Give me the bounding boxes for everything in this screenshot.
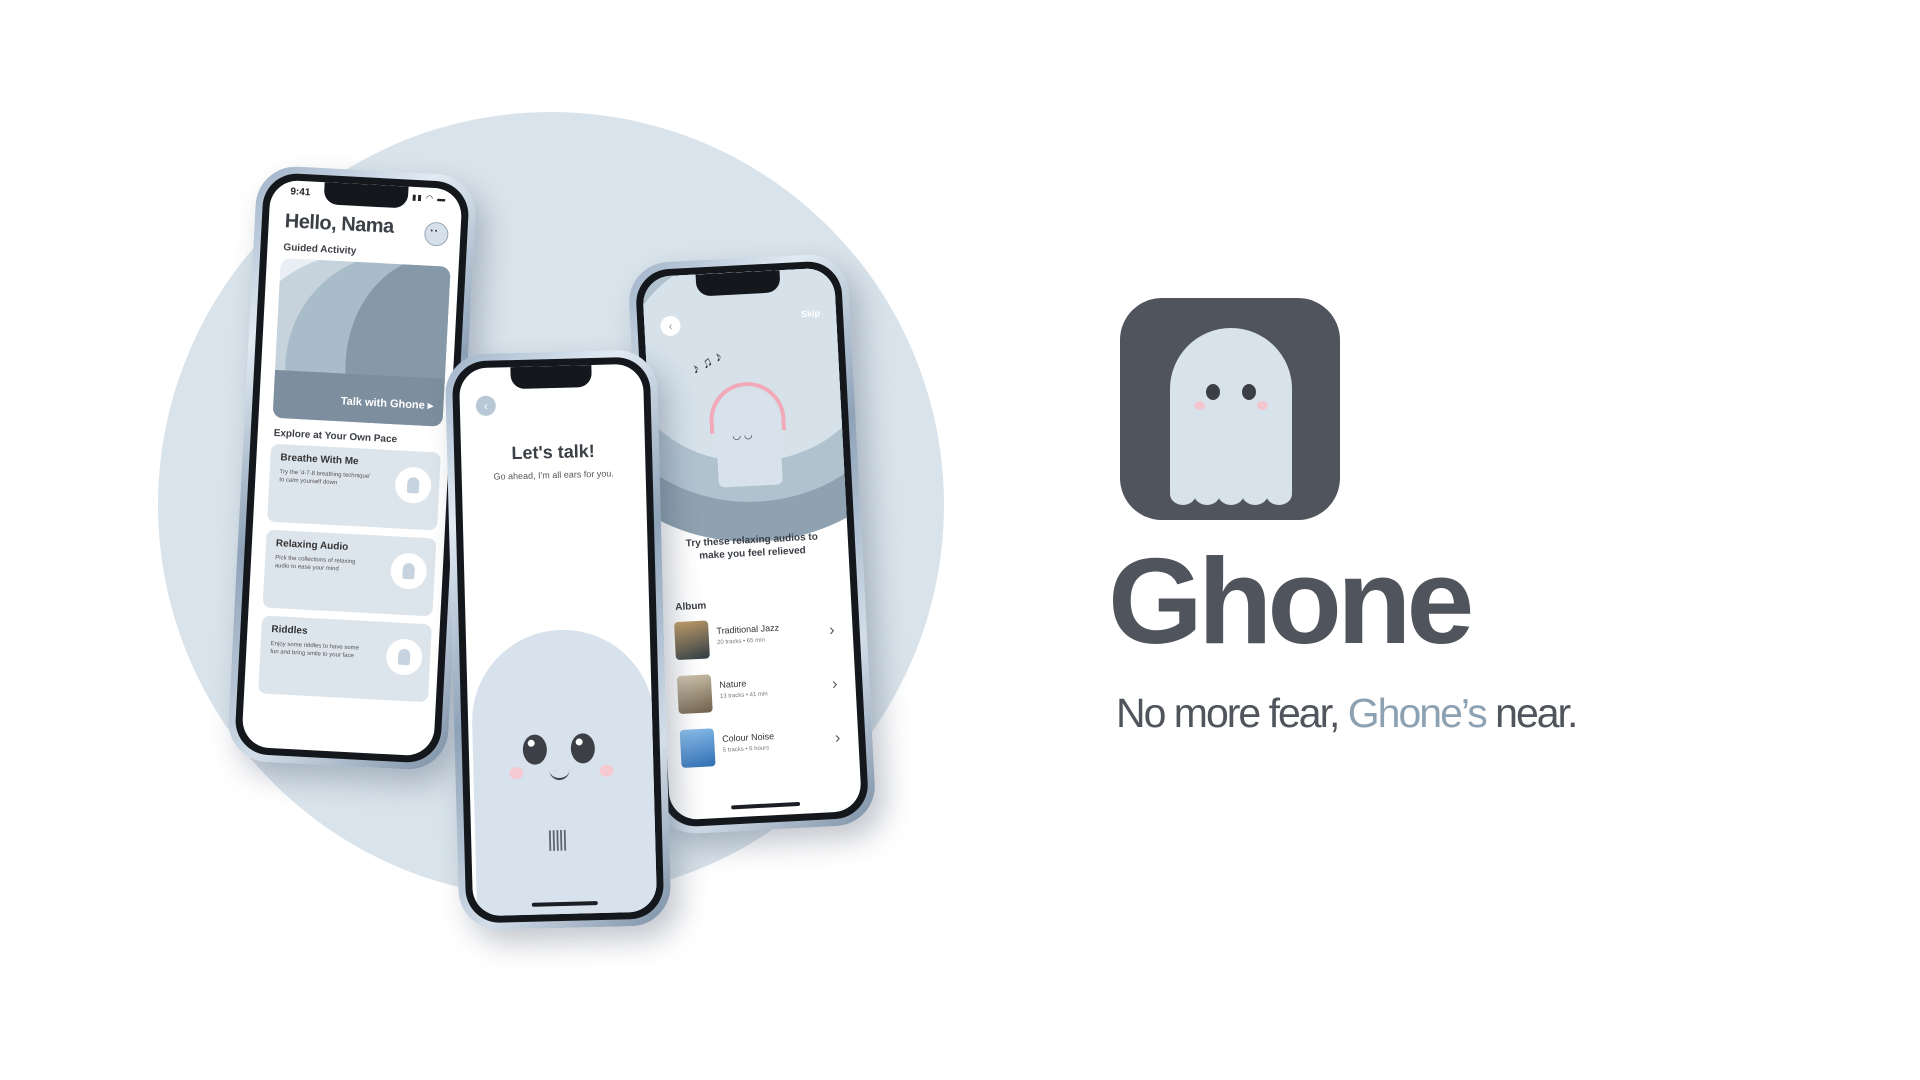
ghost-eye-left	[1206, 384, 1220, 400]
chevron-right-icon: ›	[831, 675, 838, 693]
greeting-title: Hello, Nama	[284, 210, 395, 238]
album-label: Album	[674, 600, 707, 614]
home-screen: 9:41 ▮▮ ◠ ▬ Hello, Nama Guided Activity …	[241, 179, 463, 757]
card-description: Try the '4-7-8 breathing technique' to c…	[279, 469, 371, 487]
status-icons: ▮▮ ◠ ▬	[411, 192, 447, 204]
ghost-scallop	[1170, 483, 1196, 505]
album-row[interactable]: Traditional Jazz 20 tracks • 65 min ›	[673, 614, 840, 665]
ghost-scallop	[1266, 483, 1292, 505]
voice-wave-icon[interactable]: |||||	[547, 826, 566, 852]
ghost-face: |||||	[469, 627, 658, 917]
album-row[interactable]: Colour Noise 5 tracks • 6 hours ›	[679, 721, 846, 772]
album-name: Traditional Jazz	[716, 622, 780, 636]
album-meta: 13 tracks • 41 min	[719, 691, 768, 700]
brand-name: Ghone	[1108, 533, 1474, 669]
chevron-right-icon: ›	[828, 621, 836, 640]
album-thumbnail	[679, 728, 716, 768]
ghost-eye-right	[1242, 384, 1256, 400]
phone-bezel: ‹ Skip ♪ ♫ ♪ ◡ ◡ Try these relaxing audi…	[634, 259, 870, 829]
ghost-thinking-icon	[385, 638, 424, 676]
talk-title: Let's talk!	[511, 440, 595, 464]
ghost-smile	[549, 769, 570, 781]
talk-with-ghone-button[interactable]: Talk with Ghone ▸	[340, 394, 433, 412]
avatar[interactable]	[423, 221, 449, 247]
ghost-scallop	[1194, 483, 1220, 505]
card-breathe-with-me[interactable]: Breathe With Me Try the '4-7-8 breathing…	[267, 443, 441, 531]
ghost-cheek	[599, 764, 614, 777]
audio-prompt: Try these relaxing audios to make you fe…	[685, 531, 819, 562]
phone-notch	[323, 182, 410, 209]
phone-bezel: ‹ Let's talk! Go ahead, I'm all ears for…	[451, 356, 665, 924]
tagline-accent: Ghone’s	[1347, 690, 1488, 736]
status-time: 9:41	[290, 186, 311, 199]
tagline: No more fear, Ghone’s near.	[1116, 690, 1578, 737]
explore-label: Explore at Your Own Pace	[273, 427, 398, 446]
card-relaxing-audio[interactable]: Relaxing Audio Pick the collections of r…	[262, 529, 437, 617]
guided-activity-label: Guided Activity	[283, 242, 357, 257]
home-indicator	[731, 801, 801, 810]
ghost-headphones-icon	[389, 552, 428, 591]
ghost-eye-left	[522, 734, 548, 765]
ghost-cheek	[1194, 401, 1205, 410]
album-name: Colour Noise	[721, 731, 775, 744]
skip-button[interactable]: Skip	[801, 308, 821, 319]
app-icon	[1120, 298, 1340, 520]
card-riddles[interactable]: Riddles Enjoy some riddles to have some …	[258, 615, 432, 703]
album-thumbnail	[673, 620, 710, 661]
ghost-icon	[394, 466, 433, 505]
album-row[interactable]: Nature 13 tracks • 41 min ›	[676, 668, 843, 719]
tagline-start: No more fear,	[1116, 690, 1348, 736]
album-meta: 5 tracks • 6 hours	[722, 745, 770, 754]
chevron-right-icon: ›	[834, 729, 841, 747]
ghost-eye-right	[570, 733, 596, 764]
tagline-end: near.	[1485, 690, 1578, 736]
closed-eyes: ◡ ◡	[732, 429, 753, 442]
talk-screen: ‹ Let's talk! Go ahead, I'm all ears for…	[458, 363, 658, 917]
card-description: Pick the collections of relaxing audio t…	[274, 555, 356, 573]
card-description: Enjoy some riddles to have some fun and …	[270, 640, 360, 660]
album-thumbnail	[676, 674, 713, 715]
ghost-logo-icon	[1170, 328, 1292, 505]
phone-home-screen: 9:41 ▮▮ ◠ ▬ Hello, Nama Guided Activity …	[226, 164, 478, 772]
talk-subtitle: Go ahead, I'm all ears for you.	[493, 468, 614, 482]
ghost-scallop	[1242, 483, 1268, 505]
ghost-cheek	[509, 766, 524, 780]
phone-talk-screen: ‹ Let's talk! Go ahead, I'm all ears for…	[444, 349, 672, 931]
album-name: Nature	[719, 678, 747, 690]
phone-notch	[695, 270, 782, 297]
audio-screen: ‹ Skip ♪ ♫ ♪ ◡ ◡ Try these relaxing audi…	[641, 267, 863, 821]
guided-activity-card[interactable]: Talk with Ghone ▸	[272, 257, 451, 427]
back-icon[interactable]: ‹	[475, 395, 497, 417]
phone-bezel: 9:41 ▮▮ ◠ ▬ Hello, Nama Guided Activity …	[233, 172, 471, 764]
guided-bar: Talk with Ghone ▸	[272, 369, 445, 427]
ghost-cheek	[1257, 401, 1268, 410]
album-meta: 20 tracks • 65 min	[716, 637, 766, 646]
ghost-scallop	[1218, 483, 1244, 505]
phone-notch	[510, 365, 592, 390]
